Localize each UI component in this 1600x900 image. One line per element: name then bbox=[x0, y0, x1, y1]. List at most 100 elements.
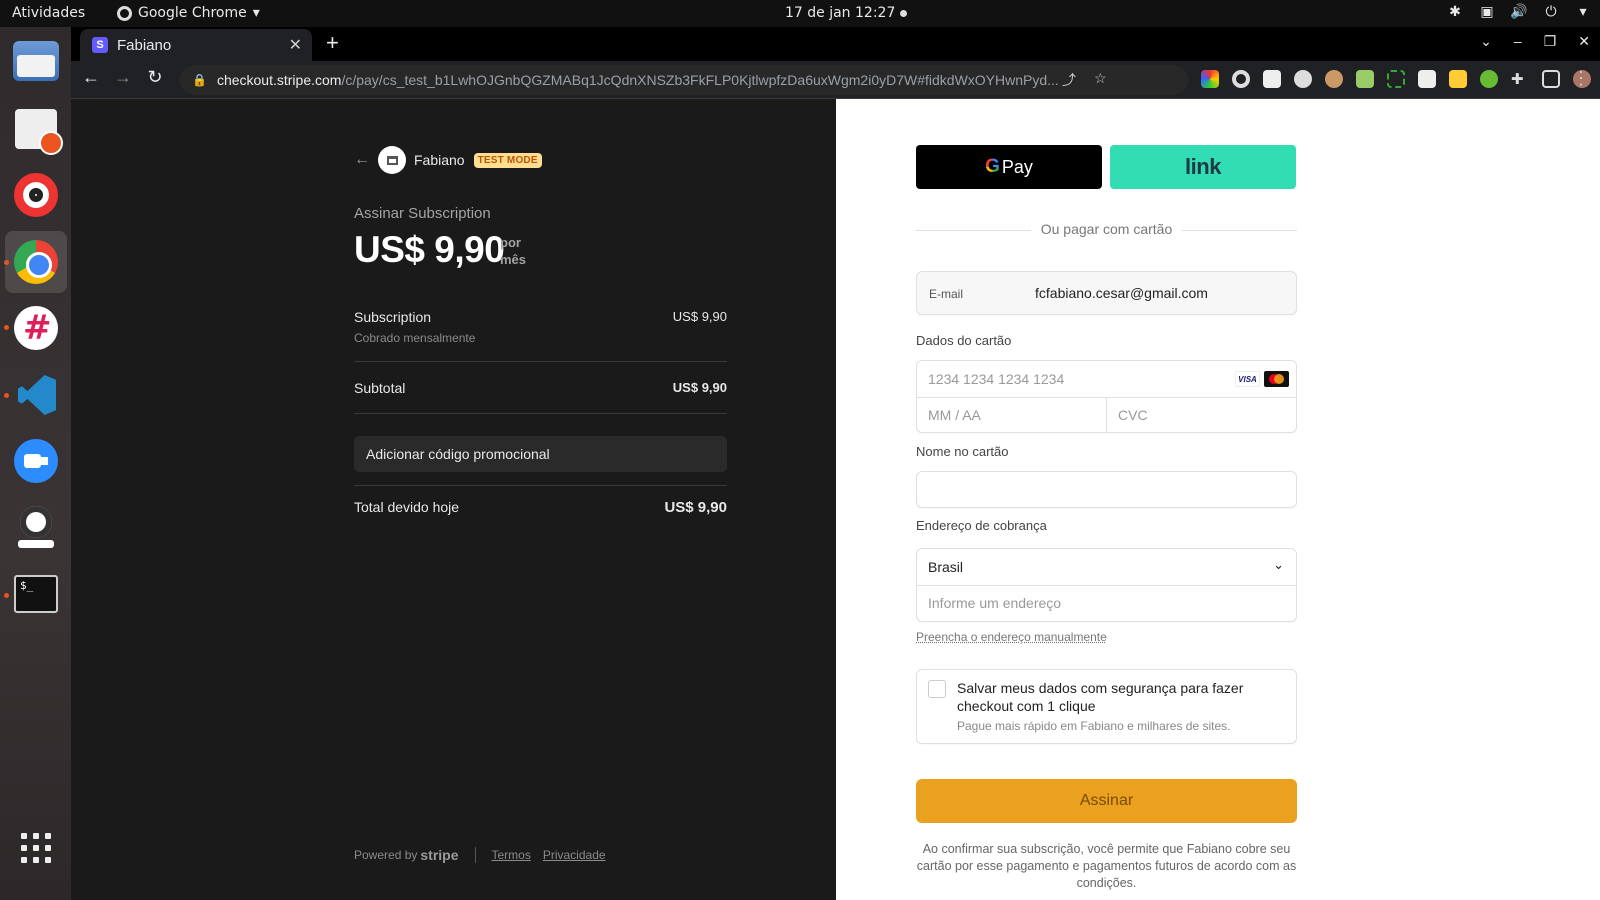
save-info-box[interactable]: Salvar meus dados com segurança para faz… bbox=[916, 669, 1297, 744]
subscribe-button[interactable]: Assinar bbox=[916, 779, 1297, 823]
period-line-2: mês bbox=[500, 252, 527, 267]
expiry-input[interactable]: MM / AA bbox=[928, 407, 981, 423]
close-window-icon[interactable]: ✕ bbox=[1578, 33, 1590, 50]
divider bbox=[354, 361, 727, 362]
name-on-card-label: Nome no cartão bbox=[916, 444, 1009, 459]
email-value[interactable]: fcfabiano.cesar@gmail.com bbox=[1035, 285, 1208, 301]
new-tab-button[interactable]: + bbox=[326, 30, 339, 56]
terminal-launcher[interactable]: $_ bbox=[10, 568, 62, 620]
system-tray[interactable]: ✱ ▣ 🔊 ⏻ ▾ bbox=[1446, 4, 1592, 20]
tab-strip: S Fabiano ✕ + ⌄ – ❐ ✕ bbox=[71, 27, 1600, 61]
profile-extension-icon[interactable] bbox=[1294, 70, 1312, 88]
add-promo-code-button[interactable]: Adicionar código promocional bbox=[354, 436, 727, 472]
email-field[interactable]: E-mail fcfabiano.cesar@gmail.com bbox=[916, 271, 1297, 315]
share-icon[interactable]: ⤴ bbox=[1062, 70, 1076, 90]
software-store-launcher[interactable] bbox=[10, 103, 63, 155]
billing-address-label: Endereço de cobrança bbox=[916, 518, 1047, 533]
country-select[interactable]: Brasil bbox=[928, 559, 963, 575]
card-number-input[interactable]: 1234 1234 1234 1234 bbox=[928, 371, 1064, 387]
line-item: Subscription Cobrado mensalmente US$ 9,9… bbox=[354, 309, 727, 345]
address-bar[interactable]: 🔒 checkout.stripe.com/c/pay/cs_test_b1Lw… bbox=[180, 65, 1188, 95]
files-launcher[interactable] bbox=[10, 35, 62, 87]
activities-button[interactable]: Atividades bbox=[12, 5, 85, 21]
url-path: /c/pay/cs_test_b1LwhOJGnbQGZMABq1JcQdnXN… bbox=[341, 72, 1059, 88]
stripe-logo[interactable]: stripe bbox=[420, 847, 458, 863]
vscode-launcher[interactable] bbox=[10, 369, 62, 421]
save-info-title: Salvar meus dados com segurança para faz… bbox=[957, 680, 1244, 714]
slack-tray-icon[interactable]: ✱ bbox=[1446, 4, 1464, 20]
url-text[interactable]: checkout.stripe.com/c/pay/cs_test_b1LwhO… bbox=[217, 72, 1067, 88]
minimize-icon[interactable]: – bbox=[1514, 33, 1522, 50]
slack-launcher[interactable] bbox=[10, 302, 62, 354]
link-pay-button[interactable]: link bbox=[1110, 145, 1296, 189]
chrome-icon bbox=[14, 240, 58, 284]
power-icon[interactable]: ⏻ bbox=[1542, 4, 1560, 20]
merchant-header: ← Fabiano TEST MODE bbox=[354, 146, 542, 174]
sheet-extension-icon[interactable] bbox=[1356, 70, 1374, 88]
save-info-checkbox[interactable] bbox=[928, 680, 946, 698]
tab-search-icon[interactable]: ⌄ bbox=[1480, 33, 1492, 50]
circle-extension-icon[interactable] bbox=[1232, 70, 1250, 88]
forward-icon[interactable]: → bbox=[111, 67, 135, 88]
note-extension-icon[interactable] bbox=[1449, 70, 1467, 88]
chrome-launcher[interactable] bbox=[5, 231, 67, 293]
cvc-input[interactable]: CVC bbox=[1118, 407, 1148, 423]
show-apps-button[interactable] bbox=[10, 822, 62, 874]
system-top-bar: Atividades Google Chrome ▾ 17 de jan 12:… bbox=[0, 0, 1600, 27]
total-amount: US$ 9,90 bbox=[664, 499, 727, 516]
back-icon[interactable]: ← bbox=[79, 67, 103, 88]
help-launcher[interactable] bbox=[10, 169, 62, 221]
total-row: Total devido hoje US$ 9,90 bbox=[354, 499, 727, 516]
zoom-icon bbox=[14, 439, 58, 483]
face-extension-icon[interactable] bbox=[1325, 70, 1343, 88]
menu-kebab-icon[interactable]: ⋮ bbox=[1572, 68, 1590, 89]
bookmark-star-icon[interactable]: ☆ bbox=[1094, 70, 1107, 87]
tab-title: Fabiano bbox=[117, 36, 172, 54]
s-extension-icon[interactable] bbox=[1263, 70, 1281, 88]
billing-period: por mês bbox=[500, 234, 526, 268]
app-grid-icon bbox=[21, 833, 51, 863]
divider-text: Ou pagar com cartão bbox=[1040, 221, 1173, 237]
screenshot-extension-icon[interactable] bbox=[1387, 70, 1405, 88]
browser-tab[interactable]: S Fabiano ✕ bbox=[80, 29, 312, 61]
side-panel-icon[interactable] bbox=[1542, 70, 1560, 88]
lock-icon[interactable]: 🔒 bbox=[192, 73, 207, 87]
webcam-launcher[interactable] bbox=[10, 502, 62, 554]
slack-icon bbox=[14, 306, 58, 350]
reload-icon[interactable]: ↻ bbox=[143, 67, 167, 88]
help-lifebuoy-icon bbox=[14, 173, 58, 217]
color-extension-icon[interactable] bbox=[1201, 70, 1219, 88]
zoom-launcher[interactable] bbox=[10, 435, 62, 487]
footer: Powered by stripe Termos Privacidade bbox=[354, 847, 618, 863]
caret-down-icon: ▾ bbox=[252, 5, 260, 21]
subtotal-amount: US$ 9,90 bbox=[672, 380, 727, 395]
google-pay-button[interactable]: G Pay bbox=[916, 145, 1102, 189]
manual-address-link[interactable]: Preencha o endereço manualmente bbox=[916, 630, 1107, 644]
name-on-card-input[interactable] bbox=[916, 471, 1297, 508]
terminal-icon: $_ bbox=[14, 575, 58, 613]
b-extension-icon[interactable] bbox=[1418, 70, 1436, 88]
screen-icon[interactable]: ▣ bbox=[1478, 4, 1496, 20]
webcam-icon bbox=[16, 506, 56, 550]
puzzle-icon[interactable]: ✚ bbox=[1511, 70, 1529, 88]
back-arrow-icon[interactable]: ← bbox=[354, 151, 370, 169]
chevron-down-icon[interactable]: ▾ bbox=[1574, 4, 1592, 20]
running-indicator bbox=[4, 325, 9, 330]
browser-toolbar: ← → ↻ 🔒 checkout.stripe.com/c/pay/cs_tes… bbox=[71, 61, 1600, 99]
frog-extension-icon[interactable] bbox=[1480, 70, 1498, 88]
clock[interactable]: 17 de jan 12:27 bbox=[785, 5, 895, 21]
privacy-link[interactable]: Privacidade bbox=[543, 848, 606, 862]
terms-link[interactable]: Termos bbox=[492, 848, 531, 862]
link-label: link bbox=[1185, 154, 1221, 179]
chevron-down-icon[interactable]: ⌄ bbox=[1273, 557, 1284, 573]
close-tab-icon[interactable]: ✕ bbox=[289, 35, 302, 55]
powered-by-text: Powered by bbox=[354, 848, 418, 862]
address-input[interactable]: Informe um endereço bbox=[928, 595, 1061, 611]
app-menu[interactable]: Google Chrome ▾ bbox=[117, 5, 260, 21]
footer-divider bbox=[474, 847, 476, 863]
volume-icon[interactable]: 🔊 bbox=[1510, 4, 1528, 20]
price: US$ 9,90 bbox=[354, 229, 505, 270]
maximize-icon[interactable]: ❐ bbox=[1544, 33, 1557, 50]
chrome-icon bbox=[117, 5, 132, 21]
notification-dot bbox=[900, 10, 907, 17]
